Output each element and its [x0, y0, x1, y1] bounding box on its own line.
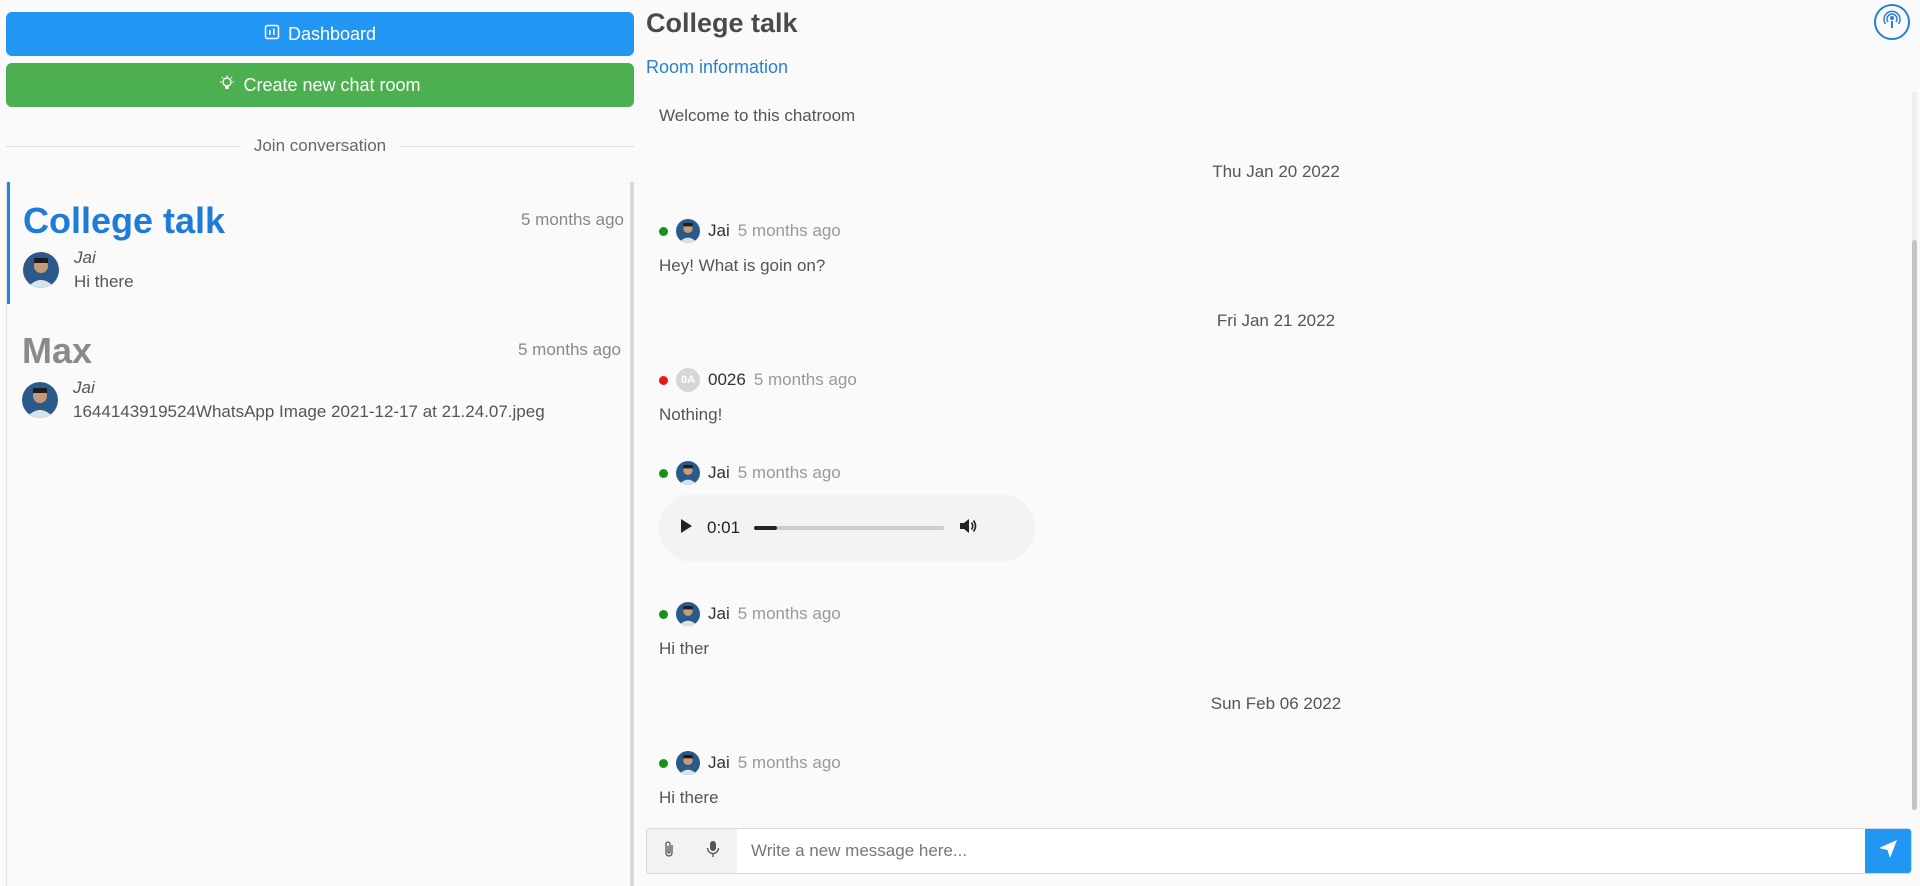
conversation-author: Jai	[73, 378, 95, 397]
record-audio-button[interactable]	[691, 829, 735, 873]
welcome-message: Welcome to this chatroom	[659, 106, 856, 125]
sidebar-scrollbar[interactable]	[630, 182, 634, 886]
conversation-last-message: 1644143919524WhatsApp Image 2021-12-17 a…	[73, 402, 545, 421]
audio-progress-fill	[754, 526, 777, 530]
message-text: Hey! What is goin on?	[659, 256, 826, 275]
avatar	[22, 382, 58, 418]
play-icon[interactable]	[679, 518, 693, 539]
audio-time: 0:01	[707, 518, 741, 537]
create-chat-room-label: Create new chat room	[243, 74, 421, 95]
conversation-list: College talk 5 months ago Jai Hi there M…	[6, 182, 631, 886]
message-header: Jai 5 months ago	[659, 601, 841, 627]
date-separator: Fri Jan 21 2022	[1216, 311, 1336, 330]
divider-line	[400, 145, 634, 147]
message-user: 0026	[708, 370, 746, 389]
message-text: Nothing!	[659, 405, 723, 424]
message-header: Jai 5 months ago	[659, 218, 841, 244]
dashboard-label: Dashboard	[287, 23, 377, 44]
conversation-title: College talk	[23, 200, 226, 241]
message-time: 5 months ago	[737, 753, 841, 772]
conversation-item-max[interactable]: Max 5 months ago Jai 1644143919524WhatsA…	[7, 312, 631, 434]
lightbulb-icon	[219, 75, 235, 96]
join-conversation-label: Join conversation	[253, 136, 387, 155]
dashboard-button[interactable]: Dashboard	[6, 12, 634, 56]
online-status-dot	[659, 468, 668, 478]
send-icon	[1878, 839, 1898, 864]
online-status-dot	[659, 226, 668, 236]
message-time: 5 months ago	[753, 370, 857, 389]
message-user: Jai	[708, 463, 730, 482]
message-composer	[646, 828, 1912, 874]
message-input[interactable]	[737, 829, 1865, 873]
conversation-title: Max	[22, 330, 93, 371]
dashboard-icon	[264, 24, 280, 45]
offline-status-dot	[659, 375, 668, 385]
volume-icon[interactable]	[958, 516, 978, 541]
create-chat-room-button[interactable]: Create new chat room	[6, 63, 634, 107]
microphone-icon	[706, 840, 720, 863]
conversation-last-message: Hi there	[74, 272, 134, 291]
date-separator: Sun Feb 06 2022	[1210, 694, 1342, 713]
conversation-author: Jai	[74, 248, 96, 267]
online-status-dot	[659, 609, 668, 619]
room-information-link[interactable]: Room information	[646, 57, 788, 78]
message-text: Hi there	[659, 788, 719, 807]
join-conversation-divider: Join conversation	[6, 134, 634, 158]
message-user: Jai	[708, 604, 730, 623]
date-separator: Thu Jan 20 2022	[1212, 162, 1340, 181]
message-header: Jai 5 months ago	[659, 460, 841, 486]
message-header: 0A 0026 5 months ago	[659, 367, 857, 393]
send-button[interactable]	[1865, 829, 1911, 873]
message-time: 5 months ago	[737, 221, 841, 240]
audio-progress-bar[interactable]	[754, 526, 945, 530]
message-time: 5 months ago	[737, 463, 841, 482]
avatar	[676, 751, 700, 775]
conversation-item-college-talk[interactable]: College talk 5 months ago Jai Hi there	[7, 182, 634, 304]
avatar: 0A	[676, 368, 700, 392]
avatar	[676, 602, 700, 626]
attach-button[interactable]	[647, 829, 691, 873]
avatar	[676, 461, 700, 485]
message-user: Jai	[708, 753, 730, 772]
online-status-dot	[659, 758, 668, 768]
podcast-icon	[1882, 10, 1902, 35]
avatar	[23, 252, 59, 288]
paperclip-icon	[662, 840, 676, 863]
message-user: Jai	[708, 221, 730, 240]
audio-player: 0:01	[659, 494, 1035, 562]
message-text: Hi ther	[659, 639, 710, 658]
room-title: College talk	[646, 8, 798, 38]
avatar	[676, 219, 700, 243]
message-list: Welcome to this chatroom Thu Jan 20 2022…	[640, 92, 1912, 810]
chat-main: College talk Room information Welcome to…	[640, 0, 1920, 886]
message-time: 5 months ago	[737, 604, 841, 623]
broadcast-button[interactable]	[1874, 4, 1910, 40]
divider-line	[6, 145, 240, 147]
conversation-time: 5 months ago	[517, 340, 621, 359]
conversation-time: 5 months ago	[520, 210, 624, 229]
message-scrollbar-thumb[interactable]	[1912, 240, 1917, 810]
message-header: Jai 5 months ago	[659, 750, 841, 776]
sidebar: Dashboard Create new chat room Join conv…	[0, 0, 640, 886]
